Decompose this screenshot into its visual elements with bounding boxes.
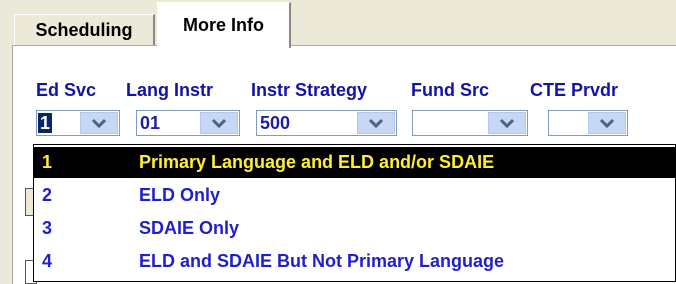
ed-svc-label: Ed Svc [36,80,97,100]
option-code: 4 [42,251,53,271]
ed-svc-select[interactable]: 1 [36,110,120,136]
tab-scheduling[interactable]: Scheduling [14,14,155,46]
chevron-down-icon[interactable] [80,112,118,134]
option-code: 3 [42,218,53,238]
option-label: ELD Only [139,185,221,205]
list-item[interactable]: 3 SDAIE Only [34,213,675,244]
option-label: Primary Language and ELD and/or SDAIE [139,152,495,172]
cte-prvdr-label: CTE Prvdr [530,80,619,100]
option-code: 1 [42,152,53,172]
list-item[interactable]: 2 ELD Only [34,180,675,211]
list-item[interactable]: 4 ELD and SDAIE But Not Primary Language [34,246,675,277]
list-item[interactable]: 1 Primary Language and ELD and/or SDAIE [34,147,675,178]
chevron-down-icon[interactable] [357,112,395,134]
tab-more-info[interactable]: More Info [157,2,291,48]
ed-svc-value: 1 [38,113,53,133]
tab-strip: Scheduling More Info [0,0,676,48]
option-label: SDAIE Only [139,218,240,238]
lang-instr-select[interactable]: 01 [136,110,240,136]
instr-strategy-label: Instr Strategy [251,80,368,100]
option-label: ELD and SDAIE But Not Primary Language [139,251,505,271]
lang-instr-value: 01 [140,113,161,133]
fund-src-label: Fund Src [411,80,490,100]
cte-prvdr-select[interactable] [548,110,628,136]
chevron-down-icon[interactable] [200,112,238,134]
option-code: 2 [42,185,53,205]
chevron-down-icon[interactable] [488,112,526,134]
chevron-down-icon[interactable] [588,112,626,134]
fund-src-select[interactable] [412,110,528,136]
instr-strategy-value: 500 [260,113,291,133]
instr-strategy-select[interactable]: 500 [256,110,397,136]
lang-instr-label: Lang Instr [126,80,214,100]
ed-svc-dropdown-list[interactable]: 1 Primary Language and ELD and/or SDAIE … [33,144,676,282]
